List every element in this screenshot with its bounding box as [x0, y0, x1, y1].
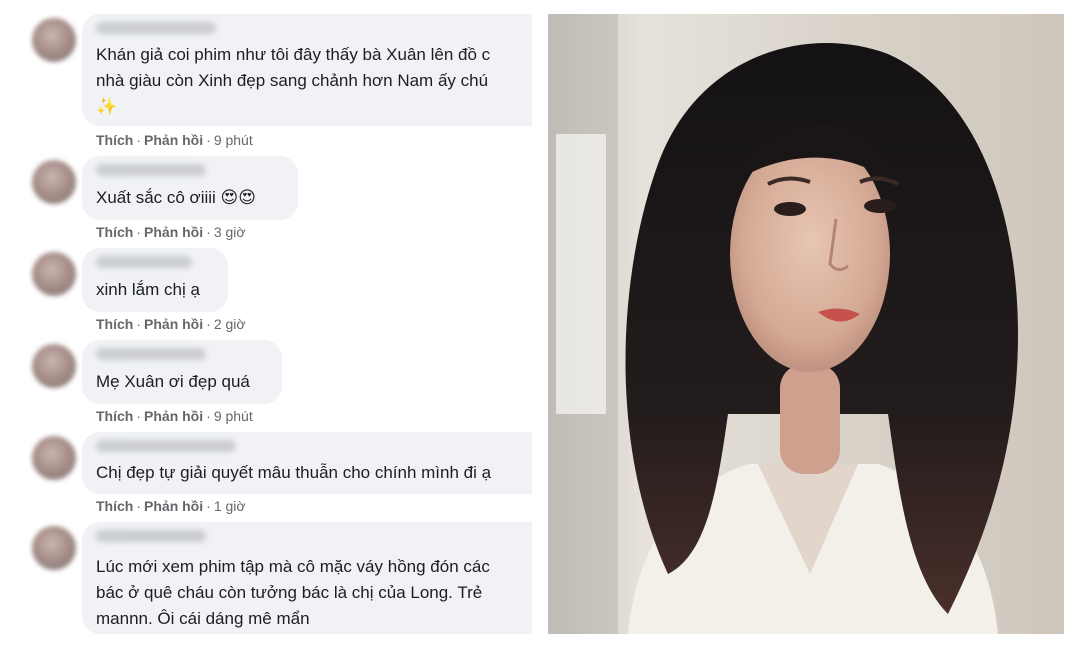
comment-actions: Thích · Phản hồi · 2 giờ — [96, 316, 246, 332]
separator: · — [206, 132, 211, 148]
avatar[interactable] — [32, 344, 76, 388]
comment-text: xinh lắm chị ạ — [96, 280, 200, 299]
commenter-name-blurred[interactable] — [96, 256, 192, 268]
portrait-photo — [548, 14, 1064, 634]
comment-text: Xuất sắc cô ơiiii 😍😍 — [96, 188, 256, 207]
commenter-name-blurred[interactable] — [96, 22, 216, 34]
comments-panel: Khán giả coi phim như tôi đây thấy bà Xu… — [18, 14, 532, 634]
reply-link[interactable]: Phản hồi — [144, 316, 203, 332]
comment-bubble: Xuất sắc cô ơiiii 😍😍 — [82, 156, 298, 220]
like-link[interactable]: Thích — [96, 498, 133, 514]
comment-text: Chị đẹp tự giải quyết mâu thuẫn cho chín… — [96, 463, 492, 482]
like-link[interactable]: Thích — [96, 408, 133, 424]
reply-link[interactable]: Phản hồi — [144, 498, 203, 514]
separator: · — [206, 224, 211, 240]
separator: · — [136, 132, 142, 148]
comment-time[interactable]: 9 phút — [214, 132, 253, 148]
separator: · — [136, 408, 142, 424]
comment-actions: Thích · Phản hồi · 9 phút — [96, 408, 253, 424]
separator: · — [136, 498, 142, 514]
commenter-name-blurred[interactable] — [96, 530, 206, 542]
comment-text: Khán giả coi phim như tôi đây thấy bà Xu… — [96, 45, 491, 116]
face — [730, 136, 890, 372]
like-link[interactable]: Thích — [96, 132, 133, 148]
comment-bubble: Khán giả coi phim như tôi đây thấy bà Xu… — [82, 14, 532, 126]
comment-time[interactable]: 9 phút — [214, 408, 253, 424]
comment-bubble: Lúc mới xem phim tập mà cô mặc váy hồng … — [82, 522, 532, 634]
separator: · — [206, 316, 211, 332]
comment-text: Lúc mới xem phim tập mà cô mặc váy hồng … — [96, 557, 490, 628]
avatar[interactable] — [32, 18, 76, 62]
separator: · — [136, 316, 142, 332]
separator: · — [136, 224, 142, 240]
avatar[interactable] — [32, 252, 76, 296]
separator: · — [206, 498, 211, 514]
separator: · — [206, 408, 211, 424]
comment-bubble: Mẹ Xuân ơi đẹp quá — [82, 340, 282, 404]
comment-actions: Thích · Phản hồi · 9 phút — [96, 132, 253, 148]
reply-link[interactable]: Phản hồi — [144, 224, 203, 240]
comment-time[interactable]: 3 giờ — [214, 224, 246, 240]
comment-actions: Thích · Phản hồi · 1 giờ — [96, 498, 246, 514]
commenter-name-blurred[interactable] — [96, 348, 206, 360]
neck — [780, 364, 840, 474]
commenter-name-blurred[interactable] — [96, 164, 206, 176]
comment-actions: Thích · Phản hồi · 3 giờ — [96, 224, 246, 240]
comment-text: Mẹ Xuân ơi đẹp quá — [96, 372, 250, 391]
comment-time[interactable]: 1 giờ — [214, 498, 246, 514]
comment-time[interactable]: 2 giờ — [214, 316, 246, 332]
left-eye — [774, 202, 806, 216]
portrait-illustration — [548, 14, 1064, 634]
like-link[interactable]: Thích — [96, 224, 133, 240]
comment-bubble: Chị đẹp tự giải quyết mâu thuẫn cho chín… — [82, 432, 532, 494]
avatar[interactable] — [32, 526, 76, 570]
like-link[interactable]: Thích — [96, 316, 133, 332]
commenter-name-blurred[interactable] — [96, 440, 236, 452]
car-window — [556, 134, 606, 414]
avatar[interactable] — [32, 160, 76, 204]
reply-link[interactable]: Phản hồi — [144, 408, 203, 424]
avatar[interactable] — [32, 436, 76, 480]
reply-link[interactable]: Phản hồi — [144, 132, 203, 148]
comment-bubble: xinh lắm chị ạ — [82, 248, 228, 312]
right-eye — [864, 199, 896, 213]
